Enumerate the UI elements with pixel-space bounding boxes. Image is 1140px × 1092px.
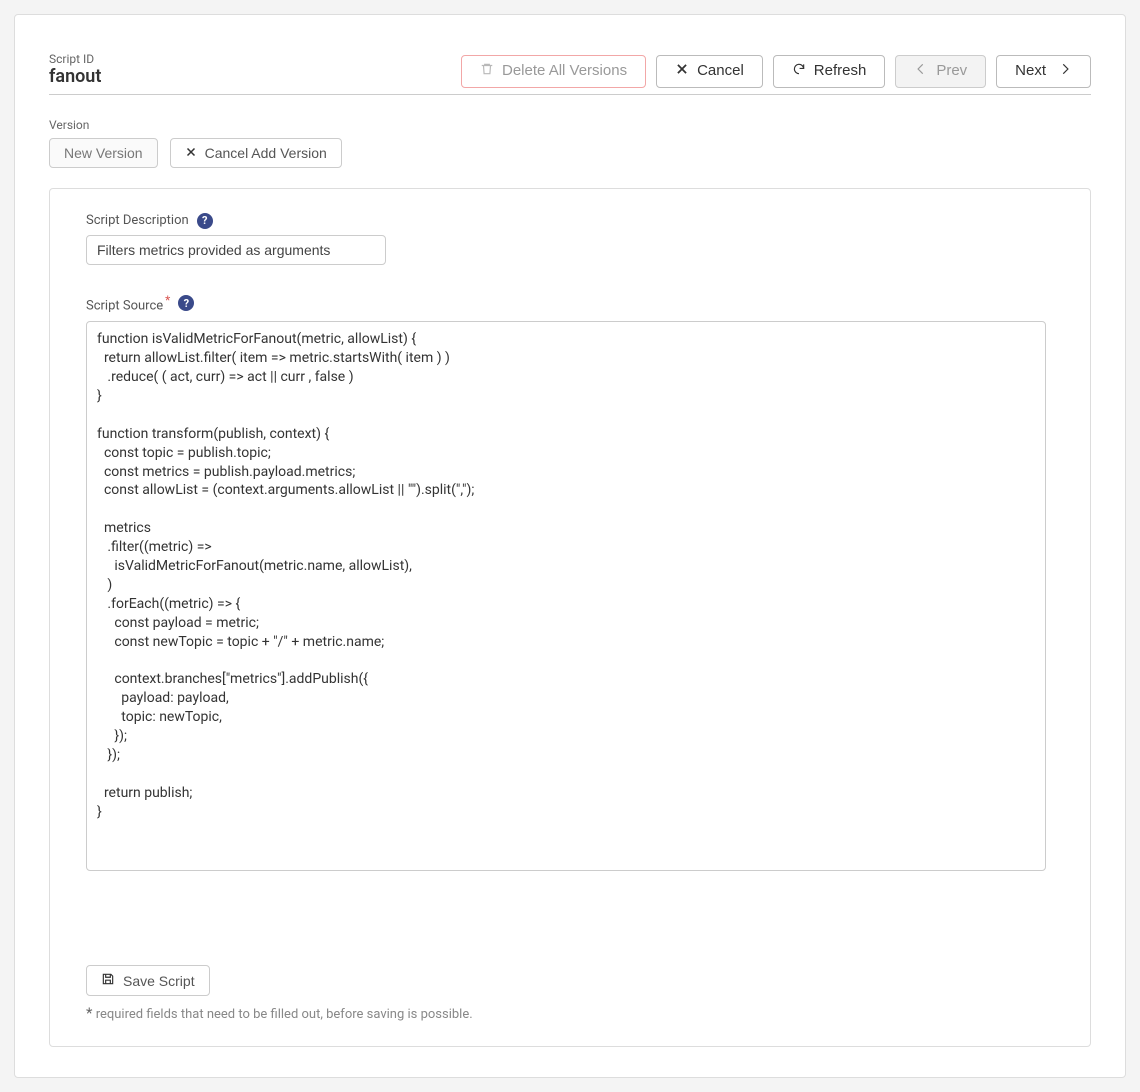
help-icon[interactable]: ? [197,213,213,229]
close-icon [185,145,197,161]
refresh-icon [792,62,806,81]
form-panel: Script Description ? Script Source* ? Sa… [49,188,1091,1047]
description-input[interactable] [86,235,386,265]
required-star: * [165,293,170,307]
description-label: Script Description [86,213,189,228]
delete-all-versions-button[interactable]: Delete All Versions [461,55,646,88]
version-label: Version [49,119,1091,132]
source-textarea[interactable] [86,321,1046,871]
new-version-button[interactable]: New Version [49,138,158,168]
header-toolbar: Delete All Versions Cancel Refresh Prev [461,55,1091,88]
version-section: Version New Version Cancel Add Version [49,119,1091,168]
arrow-left-icon [914,62,928,81]
cancel-label: Cancel [697,62,744,80]
source-field: Script Source* ? [86,293,1054,875]
save-script-label: Save Script [123,973,195,989]
next-button[interactable]: Next [996,55,1091,88]
prev-button[interactable]: Prev [895,55,986,88]
description-field: Script Description ? [86,213,1054,265]
next-label: Next [1015,62,1046,80]
required-hint-text: required fields that need to be filled o… [96,1007,473,1022]
cancel-add-version-label: Cancel Add Version [205,145,327,161]
source-label: Script Source [86,298,163,313]
save-row: Save Script * required fields that need … [86,965,1054,1022]
save-icon [101,972,115,989]
cancel-add-version-button[interactable]: Cancel Add Version [170,138,342,168]
script-id-label: Script ID [49,53,101,66]
help-icon[interactable]: ? [178,295,194,311]
new-version-label: New Version [64,145,143,161]
script-id-value: fanout [49,66,101,88]
save-script-button[interactable]: Save Script [86,965,210,996]
header-row: Script ID fanout Delete All Versions Can… [49,53,1091,95]
version-buttons: New Version Cancel Add Version [49,138,1091,168]
page-container: Script ID fanout Delete All Versions Can… [14,14,1126,1078]
trash-icon [480,62,494,81]
script-id-block: Script ID fanout [49,53,101,88]
source-label-row: Script Source* ? [86,293,1054,313]
cancel-button[interactable]: Cancel [656,55,763,88]
refresh-button[interactable]: Refresh [773,55,886,88]
prev-label: Prev [936,62,967,80]
description-label-row: Script Description ? [86,213,1054,229]
delete-all-versions-label: Delete All Versions [502,62,627,80]
required-hint: * required fields that need to be filled… [86,1004,1054,1022]
refresh-label: Refresh [814,62,867,80]
close-icon [675,62,689,81]
arrow-right-icon [1054,62,1072,81]
